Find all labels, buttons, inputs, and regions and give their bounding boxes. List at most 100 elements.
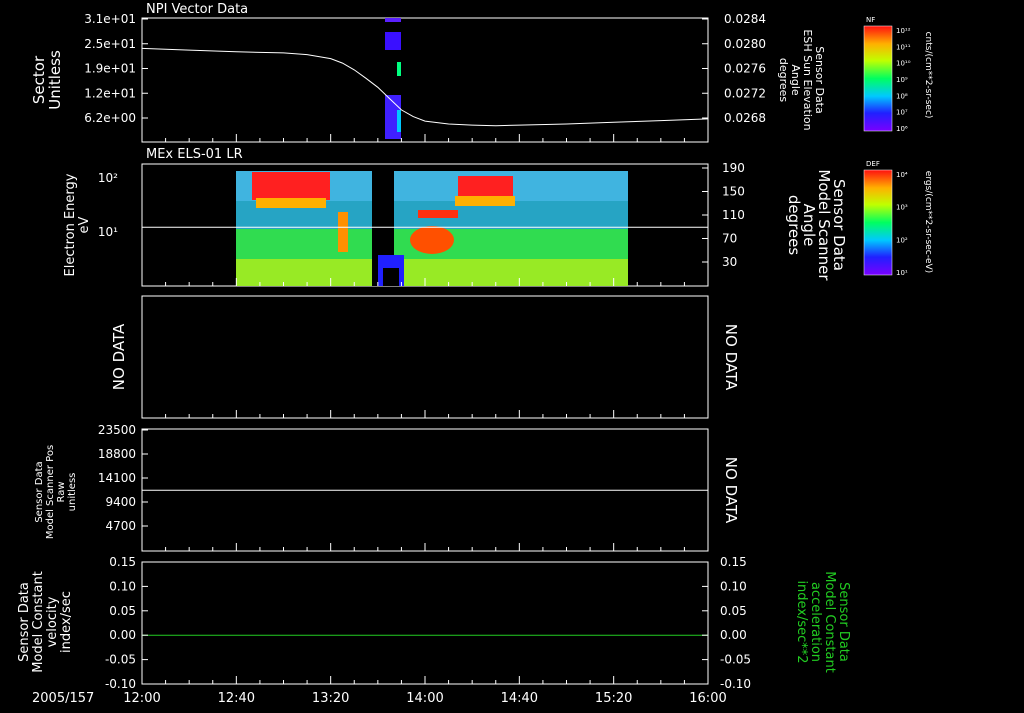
colorbar-1-label: NF xyxy=(866,16,875,24)
heatmap-band xyxy=(236,259,628,286)
heatmap-hot-spot xyxy=(418,210,458,218)
heatmap-hot-spot xyxy=(455,196,515,206)
panel-1-ytick: 1.9e+01 xyxy=(84,62,136,76)
panel-5-y2label-line-4: index/sec**2 xyxy=(794,580,809,663)
panel-1-y2tick: 0.0276 xyxy=(724,62,766,76)
panel-1-ylabel-line-2: Unitless xyxy=(46,50,64,110)
panel-5-ytick: 0.15 xyxy=(109,555,136,569)
panel-2-ylabel-line-1: Electron Energy xyxy=(63,173,78,276)
panel-5-y2tick: 0.00 xyxy=(720,628,747,642)
heatmap-hot-spot xyxy=(458,176,513,198)
panel-2-y2tick: 190 xyxy=(722,161,745,175)
panel-npi-vector: NPI Vector Data 3.1e+01 2.5e+01 1.9e+01 1.2… xyxy=(30,2,826,143)
panel-5-ylabel-line-2: Model Constant xyxy=(31,571,46,673)
colorbar-tick: 10¹ xyxy=(896,269,908,277)
panel-1-series-line xyxy=(141,47,709,127)
colorbar-2-gradient xyxy=(863,169,893,276)
panel-5-ytick: -0.05 xyxy=(105,653,136,667)
strip-segment xyxy=(385,32,401,50)
colorbar-2-unit: ergs/(cm**2-sr-sec-eV) xyxy=(923,171,933,273)
panel-1-y2-ticks: 0.0284 0.0280 0.0276 0.0272 0.0268 xyxy=(702,12,766,125)
panel-5-y2label-line-3: acceleration xyxy=(808,582,823,662)
colorbar-tick: 10² xyxy=(896,236,908,244)
panel-5-y2label-line-2: Model Constant xyxy=(822,571,837,673)
panel-4-ytick: 14100 xyxy=(98,471,136,485)
panel-5-y2-ticks: 0.15 0.10 0.05 0.00 -0.05 -0.10 xyxy=(702,555,751,691)
panel-5-ylabel-line-3: velocity xyxy=(45,596,60,647)
panel-1-y2tick: 0.0268 xyxy=(724,111,766,125)
strip-segment xyxy=(397,62,401,76)
panel-3-left-no-data: NO DATA xyxy=(110,323,128,390)
panel-2-title: MEx ELS-01 LR xyxy=(146,147,243,162)
panel-1-y2tick: 0.0280 xyxy=(724,37,766,51)
panel-1-y2tick: 0.0272 xyxy=(724,86,766,100)
panel-5-ytick: 0.05 xyxy=(109,604,136,618)
colorbar-tick: 10⁴ xyxy=(896,171,908,179)
colorbar-nf: NF 10¹² 10¹¹ 10¹⁰ 10⁹ 10⁸ 10⁷ 10⁶ cnts/(cm**2-… xyxy=(863,16,933,133)
panel-1-frame xyxy=(141,17,709,143)
colorbar-tick: 10⁶ xyxy=(896,125,908,133)
panel-4-ytick: 4700 xyxy=(105,519,136,533)
x-axis-date: 2005/157 xyxy=(32,691,94,706)
heatmap-gap xyxy=(383,268,399,286)
panel-5-y2tick: 0.05 xyxy=(720,604,747,618)
panel-5-y2tick: -0.10 xyxy=(720,677,751,691)
panel-2-heatmap xyxy=(236,171,628,286)
panel-5-ytick: -0.10 xyxy=(105,677,136,691)
strip-segment xyxy=(397,110,401,132)
colorbar-tick: 10⁷ xyxy=(896,109,908,117)
panel-1-ytick: 6.2e+00 xyxy=(84,111,136,125)
panel-1-ytick: 1.2e+01 xyxy=(84,86,136,100)
panel-4-right-no-data: NO DATA xyxy=(722,457,740,524)
heatmap-hot-spot xyxy=(410,226,454,254)
panel-2-y2tick: 150 xyxy=(722,185,745,199)
panel-1-ytick: 2.5e+01 xyxy=(84,37,136,51)
panel-1-y2label-line-4: degrees xyxy=(777,58,790,103)
heatmap-hot-spot xyxy=(256,198,326,208)
panel-5-y2tick: 0.15 xyxy=(720,555,747,569)
panel-2-y2label-line-4: degrees xyxy=(785,195,803,256)
colorbar-tick: 10¹² xyxy=(896,27,911,35)
panel-5-y2label-line-1: Sensor Data xyxy=(836,582,851,662)
colorbar-2-ticks: 10⁴ 10³ 10² 10¹ xyxy=(896,171,908,277)
heatmap-hot-spot xyxy=(252,172,330,200)
panel-5-ylabel-line-4: index/sec xyxy=(59,591,74,653)
panel-1-y2tick: 0.0284 xyxy=(724,12,766,26)
colorbar-tick: 10¹⁰ xyxy=(896,60,911,68)
x-tick-label: 13:20 xyxy=(312,691,349,706)
panel-2-ytick: 10¹ xyxy=(98,225,118,239)
panel-1-y-ticks: 3.1e+01 2.5e+01 1.9e+01 1.2e+01 6.2e+00 xyxy=(84,12,148,125)
panel-4-ytick: 9400 xyxy=(105,495,136,509)
x-tick-label: 15:20 xyxy=(595,691,632,706)
x-tick-label: 12:00 xyxy=(123,691,160,706)
panel-4-ylabel-line-3: Raw xyxy=(56,481,67,502)
panel-3-frame xyxy=(141,295,709,419)
panel-4-ylabel-line-2: Model Scanner Pos xyxy=(45,445,56,539)
panel-4-y-ticks: 23500 18800 14100 9400 4700 xyxy=(98,423,148,533)
x-tick-label: 16:00 xyxy=(689,691,726,706)
strip-segment xyxy=(385,18,401,22)
panel-3-right-no-data: NO DATA xyxy=(722,324,740,391)
colorbar-tick: 10⁸ xyxy=(896,92,908,100)
panel-1-spectrogram-strip xyxy=(385,18,401,139)
panel-2-y2tick: 110 xyxy=(722,208,745,222)
panel-2-y2tick: 70 xyxy=(722,232,737,246)
x-tick-label: 14:00 xyxy=(406,691,443,706)
panel-2-ylabel-line-2: eV xyxy=(77,216,92,233)
panel-2-y2tick: 30 xyxy=(722,255,737,269)
panel-scanner-pos: 23500 18800 14100 9400 4700 Sensor Data Mode… xyxy=(34,423,740,552)
colorbar-2-label: DEF xyxy=(866,160,880,168)
panel-5-frame xyxy=(141,561,709,685)
panel-5-ytick: 0.00 xyxy=(109,628,136,642)
panel-4-ytick: 18800 xyxy=(98,447,136,461)
colorbar-def: DEF 10⁴ 10³ 10² 10¹ ergs/(cm**2-sr-sec-eV) xyxy=(863,160,933,277)
panel-4-ylabel-line-4: unitless xyxy=(67,473,78,512)
panel-model-constant: 0.150.100.050.00-0.05-0.10 0.150.100.050… xyxy=(17,555,851,691)
panel-1-ytick: 3.1e+01 xyxy=(84,12,136,26)
colorbar-tick: 10¹¹ xyxy=(896,43,911,51)
panel-els-spectrogram: MEx ELS-01 LR 10² 10¹ 190 150 110 70 30 Elec… xyxy=(63,147,848,287)
panel-5-ylabel-line-1: Sensor Data xyxy=(17,582,32,662)
panel-1-title: NPI Vector Data xyxy=(146,2,248,17)
x-tick-label: 12:40 xyxy=(218,691,255,706)
panel-5-y2tick: 0.10 xyxy=(720,579,747,593)
